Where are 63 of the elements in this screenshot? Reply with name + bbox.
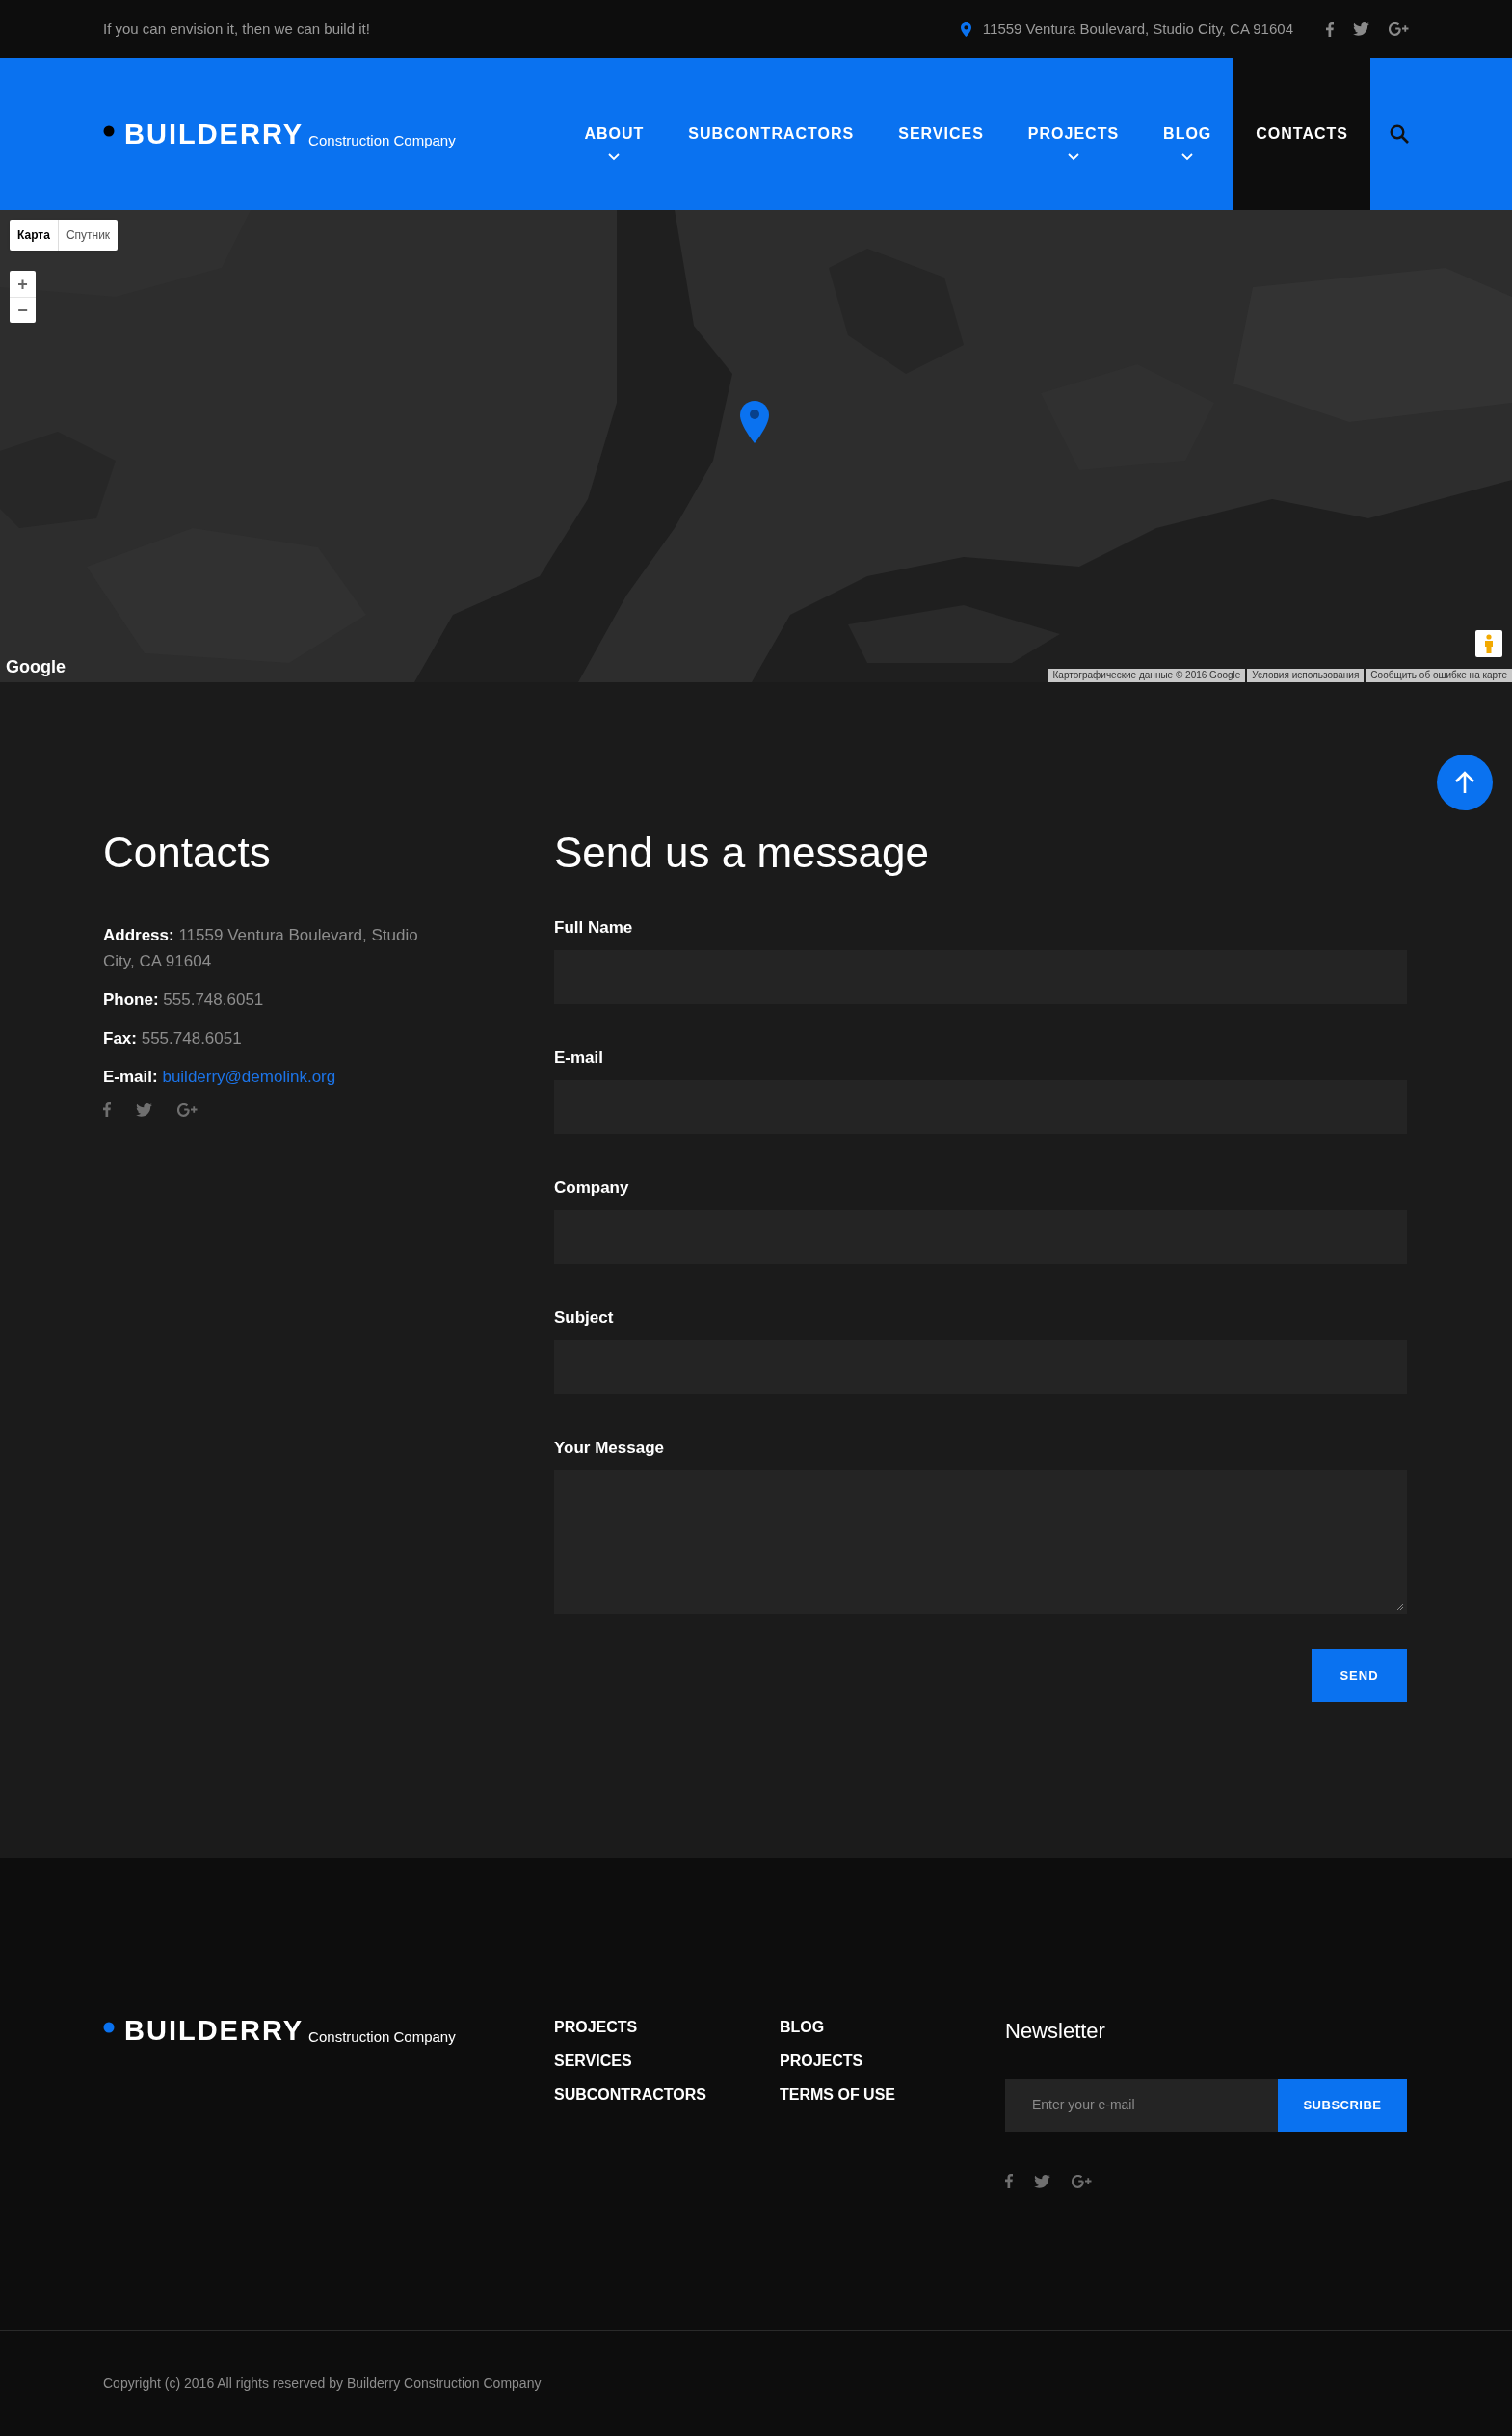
twitter-icon[interactable] xyxy=(1034,2174,1050,2188)
newsletter-heading: Newsletter xyxy=(1005,2021,1106,2042)
field-label: Company xyxy=(554,1179,630,1196)
map-brand-logo[interactable]: Google xyxy=(6,654,66,680)
logo-dot-icon xyxy=(103,124,115,137)
scroll-to-top-button[interactable] xyxy=(1437,755,1493,810)
location-pin-icon xyxy=(960,21,971,37)
address-text: 11559 Ventura Boulevard, Studio City, CA 91604 xyxy=(982,18,1293,39)
footer-link[interactable]: PROJECTS xyxy=(780,2053,863,2069)
person-figure-icon xyxy=(1484,634,1494,653)
logo-wordmark[interactable]: BUILDERRY xyxy=(124,119,305,148)
nav-item[interactable]: ABOUT xyxy=(562,58,667,210)
zoom-button[interactable]: − xyxy=(10,297,36,323)
footer-link[interactable]: TERMS OF USE xyxy=(780,2087,895,2103)
field-label: Your Message xyxy=(554,1440,665,1456)
facebook-icon[interactable] xyxy=(1326,21,1334,37)
arrow-up-icon xyxy=(1454,771,1475,794)
field-label: Subject xyxy=(554,1310,615,1326)
footer-link[interactable]: SERVICES xyxy=(554,2053,632,2069)
contact-detail: Fax: 555.748.6051 xyxy=(103,1028,243,1049)
contact-detail: Phone: 555.748.6051 xyxy=(103,990,265,1011)
footer-link[interactable]: PROJECTS xyxy=(554,2020,638,2035)
footer-link[interactable]: BLOG xyxy=(780,2020,825,2035)
logo-subtitle: Construction Company xyxy=(308,2029,456,2044)
facebook-icon[interactable] xyxy=(103,1102,111,1117)
nav-item[interactable]: CONTACTS xyxy=(1233,58,1370,210)
facebook-icon[interactable] xyxy=(1005,2174,1013,2188)
message-field[interactable] xyxy=(554,1470,1407,1614)
send-button[interactable]: SEND xyxy=(1312,1649,1407,1702)
contact-detail: Address: 11559 Ventura Boulevard, Studio City, CA 91604 xyxy=(103,925,419,972)
section-heading: Contacts xyxy=(103,832,272,874)
map-attribution-link[interactable]: Условия использования xyxy=(1247,669,1365,682)
logo-dot-icon xyxy=(103,2022,115,2033)
nav-item[interactable]: SERVICES xyxy=(876,58,1006,210)
twitter-icon[interactable] xyxy=(136,1102,152,1117)
email-input-field[interactable]: Enter your e-mail xyxy=(1005,2079,1278,2132)
nav-item[interactable]: PROJECTS xyxy=(1005,58,1142,210)
zoom-button[interactable]: + xyxy=(10,271,36,297)
map-attribution-link[interactable]: Сообщить об ошибке на карте xyxy=(1366,669,1512,682)
map-attribution-link[interactable]: Картографические данные © 2016 Google xyxy=(1048,669,1246,682)
field-label: Full Name xyxy=(554,919,634,936)
field-label: E-mail xyxy=(554,1049,605,1066)
map-type-tab[interactable]: Спутник xyxy=(57,220,119,251)
twitter-icon[interactable] xyxy=(1353,22,1369,36)
google-plus-icon[interactable] xyxy=(177,1102,198,1117)
map-type-tab[interactable]: Карта xyxy=(10,220,58,251)
google-plus-icon[interactable] xyxy=(1389,22,1409,36)
nav-item[interactable]: SUBCONTRACTORS xyxy=(666,58,877,210)
search-icon[interactable] xyxy=(1390,124,1409,144)
copyright-text: Copyright (c) 2016 All rights reserved by Builderry Construction Company xyxy=(103,2374,542,2393)
resize-handle-icon[interactable] xyxy=(1396,1603,1404,1611)
nav-item[interactable]: BLOG xyxy=(1141,58,1234,210)
street-view-button[interactable] xyxy=(1475,630,1502,657)
subscribe-button[interactable]: SUBSCRIBE xyxy=(1278,2079,1407,2132)
contact-label: E-mail: xyxy=(103,1068,158,1086)
logo-wordmark[interactable]: BUILDERRY xyxy=(124,2017,305,2045)
section-heading: Send us a message xyxy=(554,832,930,874)
footer-link[interactable]: SUBCONTRACTORS xyxy=(554,2087,706,2103)
tagline: If you can envision it, then we can build it! xyxy=(103,18,370,39)
logo-subtitle: Construction Company xyxy=(308,132,456,147)
google-plus-icon[interactable] xyxy=(1072,2174,1092,2188)
map-pin-icon[interactable] xyxy=(740,401,769,443)
email-link[interactable]: builderry@demolink.org xyxy=(162,1068,336,1086)
